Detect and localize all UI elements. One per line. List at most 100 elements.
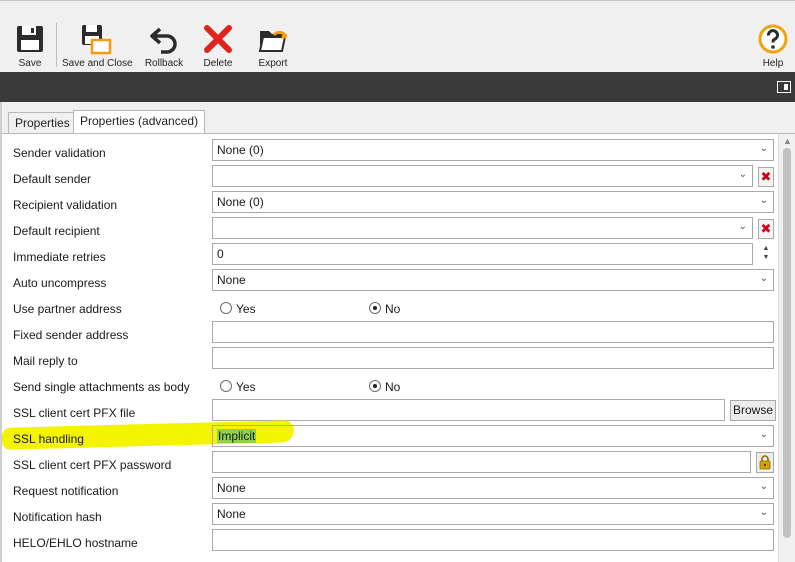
panel-toggle-icon[interactable]	[777, 81, 791, 93]
field-label: Immediate retries	[13, 250, 106, 264]
caret-up-icon[interactable]: ▲	[763, 245, 770, 252]
toolbar-separator	[56, 23, 57, 67]
floppy-disk-icon	[17, 26, 43, 52]
row-helo-ehlo-hostname: HELO/EHLO hostname	[2, 526, 778, 552]
vertical-scrollbar[interactable]: ▲	[778, 134, 795, 562]
field-label: Use partner address	[13, 302, 122, 316]
fixed-sender-address-input[interactable]	[212, 321, 774, 343]
row-default-sender: Default sender ⌄ ✖	[2, 162, 778, 188]
folder-export-icon	[258, 30, 288, 52]
default-sender-select[interactable]: ⌄	[212, 165, 753, 187]
scrollbar-thumb[interactable]	[783, 148, 791, 538]
chevron-down-icon: ⌄	[738, 221, 747, 232]
delete-label: Delete	[203, 58, 233, 69]
toolbar: Save Save and Close Rollback Delete Expo	[0, 0, 795, 72]
chevron-down-icon: ⌄	[738, 169, 747, 180]
retries-stepper[interactable]: ▲ ▼	[760, 244, 772, 266]
use-partner-address-no-radio[interactable]: No	[369, 302, 400, 316]
tab-strip: Properties Properties (advanced)	[0, 102, 795, 135]
tab-properties[interactable]: Properties	[8, 112, 77, 134]
row-immediate-retries: Immediate retries 0 ▲ ▼	[2, 240, 778, 266]
chevron-down-icon: ⌄	[759, 195, 768, 206]
help-label: Help	[762, 58, 784, 69]
row-fixed-sender-address: Fixed sender address	[2, 318, 778, 344]
row-ssl-client-cert-password: SSL client cert PFX password	[2, 448, 778, 474]
row-use-partner-address: Use partner address Yes No	[2, 292, 778, 318]
export-label: Export	[258, 58, 288, 69]
chevron-down-icon: ⌄	[759, 273, 768, 284]
field-label: Sender validation	[13, 146, 106, 160]
row-recipient-validation: Recipient validation None (0) ⌄	[2, 188, 778, 214]
row-auto-uncompress: Auto uncompress None ⌄	[2, 266, 778, 292]
helo-ehlo-hostname-input[interactable]	[212, 529, 774, 551]
send-single-attachments-yes-radio[interactable]: Yes	[220, 380, 256, 394]
ssl-client-cert-file-input[interactable]	[212, 399, 725, 421]
undo-arrow-icon	[150, 27, 177, 54]
red-x-icon: ✖	[760, 169, 772, 184]
radio-selected-icon	[369, 380, 381, 392]
mail-reply-to-input[interactable]	[212, 347, 774, 369]
field-label: Send single attachments as body	[13, 380, 190, 394]
notification-hash-select[interactable]: None ⌄	[212, 503, 774, 525]
radio-circle-icon	[220, 380, 232, 392]
auto-uncompress-select[interactable]: None ⌄	[212, 269, 774, 291]
row-ssl-handling: SSL handling Implicit ⌄	[2, 420, 778, 450]
row-send-single-attachments: Send single attachments as body Yes No	[2, 370, 778, 396]
chevron-down-icon: ⌄	[759, 481, 768, 492]
lock-icon	[759, 455, 771, 470]
red-x-icon: ✖	[760, 221, 772, 236]
request-notification-select[interactable]: None ⌄	[212, 477, 774, 499]
field-label: Request notification	[13, 484, 119, 498]
field-label: Default sender	[13, 172, 92, 186]
send-single-attachments-no-radio[interactable]: No	[369, 380, 400, 394]
delete-button[interactable]: Delete	[200, 19, 236, 73]
chevron-down-icon: ⌄	[759, 507, 768, 518]
use-partner-address-yes-radio[interactable]: Yes	[220, 302, 256, 316]
field-label: Default recipient	[13, 224, 100, 238]
save-button[interactable]: Save	[14, 19, 46, 73]
field-label: Auto uncompress	[13, 276, 107, 290]
radio-selected-icon	[369, 302, 381, 314]
row-mail-reply-to: Mail reply to	[2, 344, 778, 370]
recipient-validation-select[interactable]: None (0) ⌄	[212, 191, 774, 213]
ssl-client-cert-password-input[interactable]	[212, 451, 751, 473]
row-default-recipient: Default recipient ⌄ ✖	[2, 214, 778, 240]
clear-default-recipient-button[interactable]: ✖	[758, 219, 774, 239]
save-close-icon	[82, 25, 112, 55]
field-label: HELO/EHLO hostname	[13, 536, 138, 550]
field-label: Notification hash	[13, 510, 102, 524]
lock-button[interactable]	[756, 452, 774, 473]
rollback-label: Rollback	[144, 58, 184, 69]
row-request-notification: Request notification None ⌄	[2, 474, 778, 500]
rollback-button[interactable]: Rollback	[142, 19, 186, 73]
caret-down-icon[interactable]: ▼	[763, 254, 770, 261]
chevron-down-icon: ⌄	[759, 143, 768, 154]
scroll-up-icon[interactable]: ▲	[783, 136, 792, 146]
save-label: Save	[18, 58, 42, 69]
sender-validation-select[interactable]: None (0) ⌄	[212, 139, 774, 161]
clear-default-sender-button[interactable]: ✖	[758, 167, 774, 187]
ssl-handling-select[interactable]: Implicit ⌄	[212, 425, 774, 447]
red-x-icon	[204, 25, 232, 53]
browse-button[interactable]: Browse	[730, 400, 776, 421]
field-label: Recipient validation	[13, 198, 118, 212]
row-ssl-client-cert-file: SSL client cert PFX file Browse	[2, 396, 778, 422]
help-circle-icon	[758, 24, 788, 54]
export-button[interactable]: Export	[256, 19, 290, 73]
chevron-down-icon: ⌄	[759, 429, 768, 440]
properties-form: Sender validation None (0) ⌄ Default send…	[0, 134, 778, 562]
save-and-close-label: Save and Close	[62, 58, 133, 69]
tab-properties-advanced[interactable]: Properties (advanced)	[73, 110, 206, 135]
field-label: SSL handling	[13, 432, 84, 446]
row-sender-validation: Sender validation None (0) ⌄	[2, 136, 778, 162]
field-label: Fixed sender address	[13, 328, 129, 342]
immediate-retries-input[interactable]: 0	[212, 243, 753, 265]
radio-circle-icon	[220, 302, 232, 314]
default-recipient-select[interactable]: ⌄	[212, 217, 753, 239]
field-label: SSL client cert PFX password	[13, 458, 172, 472]
header-bar	[0, 72, 795, 102]
save-and-close-button[interactable]: Save and Close	[62, 19, 133, 73]
row-notification-hash: Notification hash None ⌄	[2, 500, 778, 526]
help-button[interactable]: Help	[757, 19, 789, 73]
field-label: Mail reply to	[13, 354, 78, 368]
